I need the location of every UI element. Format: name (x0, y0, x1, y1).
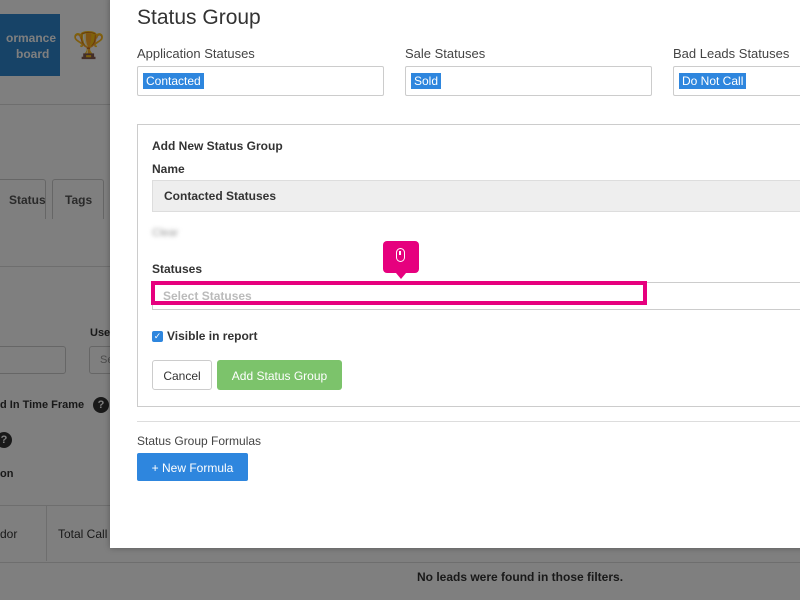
status-chip[interactable]: Contacted (143, 73, 204, 89)
sale-statuses-field[interactable]: Sold (405, 66, 652, 96)
status-chip[interactable]: Do Not Call (679, 73, 747, 89)
name-input[interactable]: Contacted Statuses (152, 180, 800, 212)
add-status-group-panel: Add New Status Group Name Contacted Stat… (137, 124, 800, 407)
sale-statuses-label: Sale Statuses (405, 46, 486, 61)
statuses-placeholder: Select Statuses (163, 289, 252, 303)
statuses-select[interactable]: Select Statuses (151, 281, 800, 310)
divider (137, 421, 800, 422)
visible-in-report-checkbox[interactable]: ✓ (152, 331, 163, 342)
application-statuses-label: Application Statuses (137, 46, 255, 61)
new-formula-button[interactable]: + New Formula (137, 453, 248, 481)
panel-title: Add New Status Group (152, 139, 283, 153)
add-status-group-button[interactable]: Add Status Group (217, 360, 342, 390)
blurred-link[interactable]: Clear (152, 227, 178, 239)
bad-leads-statuses-field[interactable]: Do Not Call (673, 66, 800, 96)
click-indicator (383, 241, 419, 279)
application-statuses-field[interactable]: Contacted (137, 66, 384, 96)
mouse-icon (396, 248, 405, 262)
status-chip[interactable]: Sold (411, 73, 442, 89)
visible-in-report-label: Visible in report (167, 329, 258, 343)
cancel-button[interactable]: Cancel (152, 360, 212, 390)
formulas-label: Status Group Formulas (137, 434, 262, 448)
bad-leads-statuses-label: Bad Leads Statuses (673, 46, 790, 61)
modal-title: Status Group (137, 6, 261, 29)
statuses-label: Statuses (152, 262, 203, 276)
name-label: Name (152, 162, 185, 176)
status-group-modal: Status Group Application Statuses Contac… (110, 0, 800, 548)
